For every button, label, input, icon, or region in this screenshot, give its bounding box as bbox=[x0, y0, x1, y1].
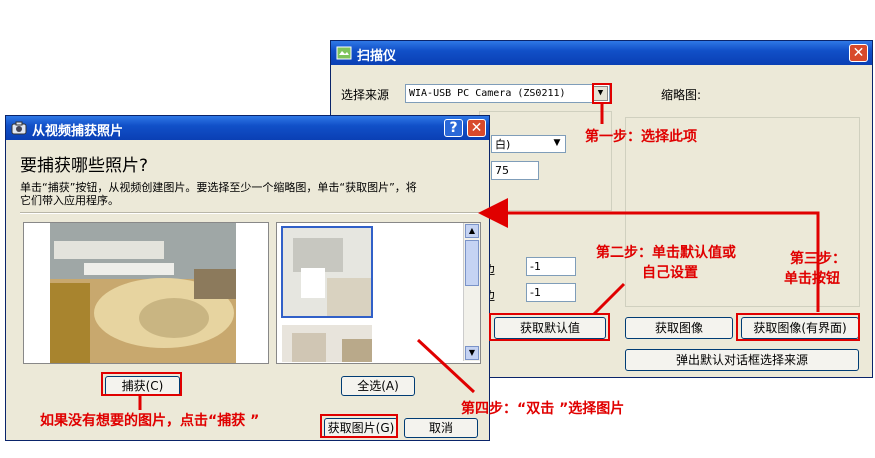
select-all-button[interactable]: 全选(A) bbox=[341, 376, 415, 396]
scroll-down-icon[interactable]: ▼ bbox=[465, 346, 479, 360]
dialog-description-2: 它们带入应用程序。 bbox=[20, 194, 119, 207]
chevron-down-icon[interactable]: ▼ bbox=[550, 137, 564, 151]
dialog-heading: 要捕获哪些照片? bbox=[20, 156, 149, 176]
thumbnail-list[interactable]: ▲ ▼ bbox=[276, 222, 481, 364]
resolution-field[interactable]: 75 bbox=[491, 161, 539, 180]
step1-annotation: 第一步：选择此项 bbox=[585, 129, 697, 145]
capture-titlebar: 从视频捕获照片 ? ✕ bbox=[6, 116, 489, 140]
close-icon[interactable]: ✕ bbox=[467, 119, 486, 137]
dialog-source-button[interactable]: 弹出默认对话框选择来源 bbox=[625, 349, 859, 371]
source-select[interactable]: WIA-USB PC Camera (ZS0211) ▼ bbox=[405, 84, 610, 103]
scroll-thumb[interactable] bbox=[465, 240, 479, 286]
scroll-up-icon[interactable]: ▲ bbox=[465, 224, 479, 238]
highlight-default-button bbox=[489, 313, 610, 341]
highlight-capture-button bbox=[101, 372, 182, 396]
help-icon[interactable]: ? bbox=[444, 119, 463, 137]
separator bbox=[20, 212, 480, 214]
color-select[interactable]: 白) ▼ bbox=[491, 135, 566, 153]
scrollbar[interactable]: ▲ ▼ bbox=[463, 223, 480, 361]
video-frame-image bbox=[24, 223, 268, 363]
source-label: 选择来源 bbox=[341, 88, 390, 102]
camera-icon bbox=[11, 121, 27, 135]
video-preview bbox=[23, 222, 269, 364]
source-select-value: WIA-USB PC Camera (ZS0211) bbox=[409, 88, 566, 99]
step3-annotation-line1: 第三步： bbox=[790, 251, 846, 267]
thumbnail-item[interactable] bbox=[282, 325, 372, 362]
get-image-button[interactable]: 获取图像 bbox=[625, 317, 733, 339]
step2-annotation-line2: 自己设置 bbox=[642, 265, 698, 281]
edge2-field[interactable]: -1 bbox=[526, 283, 576, 302]
scanner-app-icon bbox=[336, 46, 352, 60]
step4-annotation: 第四步：“双击 ”选择图片 bbox=[461, 401, 625, 417]
highlight-get-image-ui-button bbox=[736, 313, 860, 341]
close-icon[interactable]: ✕ bbox=[849, 44, 868, 62]
thumbnail-item[interactable] bbox=[281, 226, 373, 318]
highlight-get-pictures-button bbox=[320, 414, 398, 438]
highlight-source-dropdown bbox=[592, 83, 612, 104]
cancel-button[interactable]: 取消 bbox=[404, 418, 478, 438]
step3-annotation-line2: 单击按钮 bbox=[784, 271, 840, 287]
color-select-value: 白) bbox=[495, 138, 511, 151]
capture-title: 从视频捕获照片 bbox=[32, 124, 124, 139]
thumbnail-label: 缩略图: bbox=[661, 88, 702, 102]
step2-annotation-line1: 第二步：单击默认值或 bbox=[596, 245, 736, 261]
scanner-titlebar: 扫描仪 ✕ bbox=[331, 41, 872, 65]
edge1-field[interactable]: -1 bbox=[526, 257, 576, 276]
capture-dialog: 从视频捕获照片 ? ✕ 要捕获哪些照片? 单击“捕获”按钮，从视频创建图片。要选… bbox=[5, 115, 490, 441]
capture-hint-annotation: 如果没有想要的图片，点击“捕获 ” bbox=[40, 413, 260, 429]
scanner-title: 扫描仪 bbox=[357, 49, 397, 64]
